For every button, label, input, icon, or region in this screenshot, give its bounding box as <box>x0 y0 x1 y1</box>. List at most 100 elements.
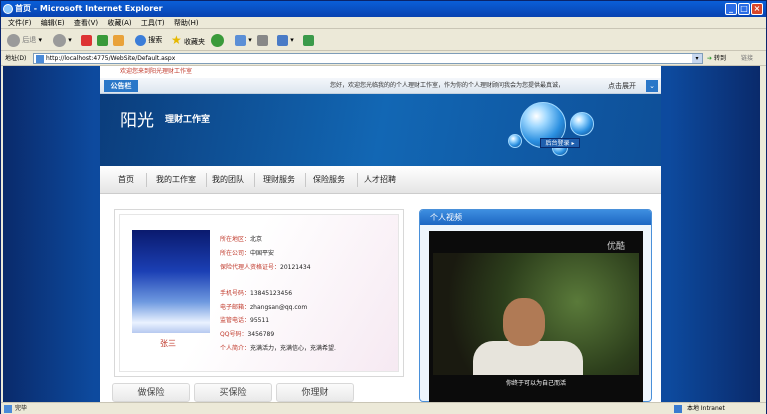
nav-divider <box>305 173 306 187</box>
home-button[interactable] <box>113 33 124 48</box>
ad-do-insurance[interactable]: 做保险 <box>112 383 190 402</box>
back-arrow-icon <box>7 33 20 47</box>
expand-link[interactable]: 点击展开 <box>608 78 636 94</box>
history-button[interactable] <box>211 33 224 48</box>
nav-jobs[interactable]: 人才招聘 <box>364 166 396 194</box>
profile-name: 张三 <box>160 339 176 348</box>
banner: 阳光 理财工作室 <box>100 94 661 166</box>
refresh-icon <box>97 34 108 46</box>
info-mobile: 手机号码：13845123456 <box>220 290 293 297</box>
notice-tag: 公告栏 <box>104 80 138 92</box>
nav-home[interactable]: 首页 <box>118 166 134 194</box>
nav-divider <box>357 173 358 187</box>
links-button[interactable]: 链接 <box>741 53 753 64</box>
minimize-button[interactable]: _ <box>725 3 737 15</box>
brand-subtitle: 理财工作室 <box>165 115 211 125</box>
search-icon <box>135 34 146 46</box>
info-company: 所在公司：中国平安 <box>220 250 275 257</box>
go-button[interactable]: ➔ 转到 <box>707 53 726 64</box>
forward-button[interactable]: ▾ <box>53 33 72 48</box>
nav-finance[interactable]: 理财服务 <box>263 166 295 194</box>
menu-help[interactable]: 帮助(H) <box>174 17 199 29</box>
messenger-button[interactable] <box>303 33 314 48</box>
bubble-graphic <box>508 134 522 148</box>
menu-bar: 文件(F) 编辑(E) 查看(V) 收藏(A) 工具(T) 帮助(H) <box>1 17 766 29</box>
star-icon: ★ <box>171 33 182 47</box>
address-label: 地址(D) <box>5 55 27 62</box>
messenger-icon <box>303 34 314 46</box>
mail-button[interactable]: ▾ <box>235 33 252 48</box>
menu-view[interactable]: 查看(V) <box>74 17 98 29</box>
web-content: 欢迎您来到阳光理财工作室 公告栏 您好，欢迎您光临我的的个人理财工作室，作为你的… <box>3 66 760 402</box>
go-arrow-icon: ➔ <box>707 55 713 62</box>
menu-edit[interactable]: 编辑(E) <box>41 17 65 29</box>
back-button[interactable]: 后退 ▾ <box>7 33 42 48</box>
page-icon <box>36 55 44 63</box>
status-bar: 完毕 本地 Intranet <box>1 402 766 414</box>
video-figure-head <box>503 298 545 346</box>
expand-icon[interactable]: ⌄ <box>646 80 658 92</box>
edit-icon <box>277 34 288 46</box>
menu-file[interactable]: 文件(F) <box>8 17 32 29</box>
profile-photo <box>132 230 210 333</box>
bubble-graphic <box>570 112 594 136</box>
video-player[interactable]: 优酷 你终于可以为自己而活 <box>429 231 643 402</box>
page-body: 欢迎您来到阳光理财工作室 公告栏 您好，欢迎您光临我的的个人理财工作室，作为你的… <box>100 66 661 402</box>
refresh-button[interactable] <box>97 33 108 48</box>
intranet-icon <box>674 405 682 413</box>
favorites-button[interactable]: ★ 收藏夹 <box>171 33 205 48</box>
address-dropdown-icon[interactable]: ▾ <box>692 54 702 63</box>
menu-tools[interactable]: 工具(T) <box>141 17 165 29</box>
notice-bar: 公告栏 您好，欢迎您光临我的的个人理财工作室，作为你的个人理财顾问我会为您提供最… <box>100 78 661 94</box>
ad-buy-insurance[interactable]: 买保险 <box>194 383 272 402</box>
video-panel: 个人视频 优酷 你终于可以为自己而活 <box>419 209 652 402</box>
title-bar: 首页 - Microsoft Internet Explorer _ □ × <box>1 1 766 17</box>
print-icon <box>257 34 268 46</box>
info-license: 保险代理人资格证号：20121434 <box>220 264 311 271</box>
edit-button[interactable]: ▾ <box>277 33 294 48</box>
main-nav: 首页 我的工作室 我的团队 理财服务 保险服务 人才招聘 <box>100 166 661 194</box>
browser-window: 首页 - Microsoft Internet Explorer _ □ × 文… <box>0 0 767 414</box>
stop-icon <box>81 34 92 46</box>
nav-insurance[interactable]: 保险服务 <box>313 166 345 194</box>
window-title: 首页 - Microsoft Internet Explorer <box>15 4 163 13</box>
info-intro: 个人简介：充满活力，充满信心，充满希望. <box>220 345 336 352</box>
vertical-scrollbar[interactable] <box>760 66 766 402</box>
info-qq: QQ号码：3456789 <box>220 331 275 338</box>
admin-login-button[interactable]: 后台登录 ▸ <box>540 138 580 148</box>
ad-finance[interactable]: 你理财 <box>276 383 354 402</box>
print-button[interactable] <box>257 33 268 48</box>
video-panel-title: 个人视频 <box>420 210 651 225</box>
search-button[interactable]: 搜索 <box>135 33 162 48</box>
toolbar: 后退 ▾ ▾ 搜索 ★ 收藏夹 ▾ ▾ <box>1 30 766 51</box>
nav-divider <box>206 173 207 187</box>
zone-text: 本地 Intranet <box>687 405 725 412</box>
nav-studio[interactable]: 我的工作室 <box>156 166 196 194</box>
youku-logo: 优酷 <box>607 242 626 252</box>
video-subtitle: 你终于可以为自己而活 <box>505 380 566 387</box>
address-bar: 地址(D) http://localhost:4775/WebSite/Defa… <box>1 51 766 66</box>
mail-icon <box>235 34 246 46</box>
video-frame <box>433 253 639 375</box>
profile-inner: 张三 所在地区：北京 所在公司：中国平安 保险代理人资格证号：20121434 … <box>119 214 399 372</box>
welcome-text: 欢迎您来到阳光理财工作室 <box>100 66 661 78</box>
info-supervision-phone: 监管电话：95511 <box>220 317 270 324</box>
video-figure <box>473 341 583 375</box>
nav-team[interactable]: 我的团队 <box>212 166 244 194</box>
profile-card: 张三 所在地区：北京 所在公司：中国平安 保险代理人资格证号：20121434 … <box>114 209 404 377</box>
nav-divider <box>146 173 147 187</box>
status-text: 完毕 <box>15 405 28 412</box>
ie-logo-icon <box>3 4 13 14</box>
forward-arrow-icon <box>53 33 66 47</box>
menu-favorites[interactable]: 收藏(A) <box>107 17 131 29</box>
close-button[interactable]: × <box>751 3 763 15</box>
info-email: 电子邮箱：zhangsan@qq.com <box>220 304 308 311</box>
nav-divider <box>254 173 255 187</box>
info-region: 所在地区：北京 <box>220 236 263 243</box>
address-input[interactable]: http://localhost:4775/WebSite/Default.as… <box>33 53 703 64</box>
page-done-icon <box>4 405 12 413</box>
stop-button[interactable] <box>81 33 92 48</box>
history-icon <box>211 33 224 47</box>
home-icon <box>113 34 124 46</box>
maximize-button[interactable]: □ <box>738 3 750 15</box>
